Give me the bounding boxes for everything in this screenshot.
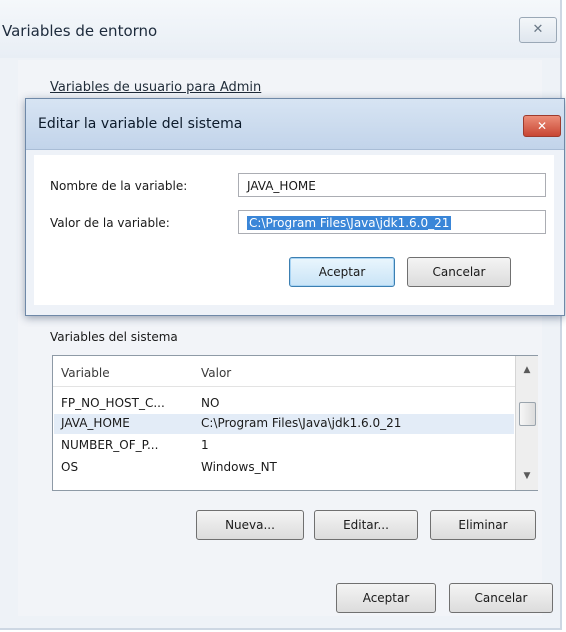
column-header-value[interactable]: Valor — [201, 366, 231, 380]
edit-dialog-close-button[interactable]: ✕ — [523, 115, 561, 137]
scrollbar-thumb[interactable] — [519, 402, 536, 426]
edit-dialog-titlebar: Editar la variable del sistema ✕ — [26, 99, 564, 150]
system-variables-table[interactable]: Variable Valor FP_NO_HOST_C... NO JAVA_H… — [52, 355, 538, 491]
cancel-button[interactable]: Cancelar — [449, 583, 553, 613]
outer-titlebar: Variables de entorno ✕ — [0, 0, 560, 58]
edit-cancel-button[interactable]: Cancelar — [407, 257, 511, 287]
row-value: 1 — [201, 438, 209, 452]
edit-dialog-panel: Nombre de la variable: JAVA_HOME Valor d… — [34, 155, 554, 305]
user-variables-label: Variables de usuario para Admin — [50, 80, 262, 95]
table-row[interactable]: NUMBER_OF_P... 1 — [54, 436, 514, 456]
system-variables-label: Variables del sistema — [50, 330, 178, 344]
outer-close-button[interactable]: ✕ — [519, 17, 557, 43]
chevron-up-icon[interactable]: ▲ — [516, 360, 538, 380]
edit-variable-button[interactable]: Editar... — [314, 510, 418, 540]
ok-button[interactable]: Aceptar — [336, 583, 436, 613]
table-scrollbar[interactable]: ▲ ▼ — [515, 356, 538, 490]
variable-name-label: Nombre de la variable: — [50, 179, 188, 193]
close-icon: ✕ — [532, 22, 544, 37]
row-variable: NUMBER_OF_P... — [61, 438, 159, 452]
row-value: NO — [201, 396, 220, 410]
close-icon: ✕ — [536, 119, 548, 133]
delete-variable-button[interactable]: Eliminar — [430, 510, 536, 540]
chevron-down-icon[interactable]: ▼ — [516, 466, 538, 486]
row-variable: OS — [61, 460, 79, 474]
new-variable-button[interactable]: Nueva... — [196, 510, 304, 540]
variable-value-label: Valor de la variable: — [50, 216, 170, 230]
variable-value-selected-text: C:\Program Files\Java\jdk1.6.0_21 — [247, 216, 452, 230]
variable-name-input[interactable]: JAVA_HOME — [238, 173, 546, 197]
row-value: C:\Program Files\Java\jdk1.6.0_21 — [201, 416, 402, 430]
row-variable: FP_NO_HOST_C... — [61, 396, 165, 410]
table-row[interactable]: OS Windows_NT — [54, 458, 514, 478]
table-row[interactable]: FP_NO_HOST_C... NO — [54, 394, 514, 414]
edit-dialog-title: Editar la variable del sistema — [38, 116, 243, 132]
column-header-variable[interactable]: Variable — [61, 366, 110, 380]
row-value: Windows_NT — [201, 460, 277, 474]
table-row-selected[interactable]: JAVA_HOME C:\Program Files\Java\jdk1.6.0… — [54, 414, 514, 434]
outer-dialog-title: Variables de entorno — [2, 22, 158, 40]
header-divider — [53, 386, 515, 387]
edit-ok-button[interactable]: Aceptar — [289, 257, 395, 287]
edit-system-variable-dialog: Editar la variable del sistema ✕ Nombre … — [25, 98, 565, 316]
row-variable: JAVA_HOME — [61, 416, 130, 430]
variable-value-input[interactable]: C:\Program Files\Java\jdk1.6.0_21 — [238, 210, 546, 234]
